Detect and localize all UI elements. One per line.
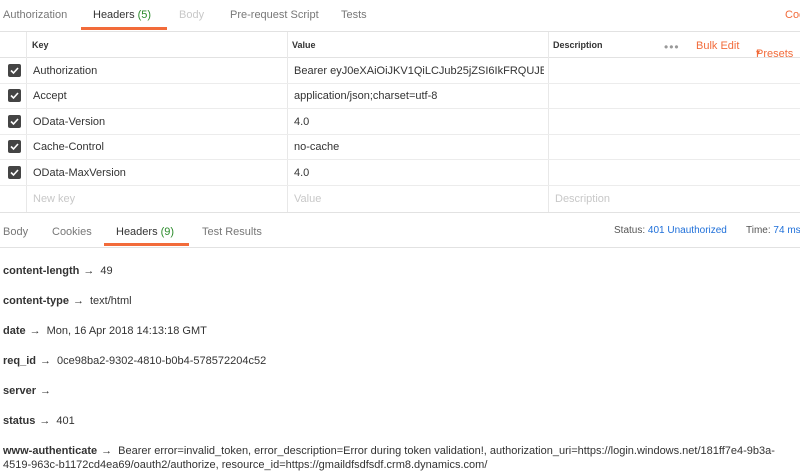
header-name: content-length — [3, 265, 80, 277]
time-value[interactable]: 74 ms — [773, 225, 800, 236]
response-header-line: content-type → text/html — [3, 295, 132, 307]
response-header-line: status → 401 — [3, 415, 75, 427]
checkbox[interactable] — [8, 64, 21, 77]
column-value-header: Value — [292, 40, 316, 50]
arrow-icon: → — [101, 445, 113, 457]
row-value[interactable]: application/json;charset=utf-8 — [294, 90, 544, 102]
response-header-line: date → Mon, 16 Apr 2018 14:13:18 GMT — [3, 325, 207, 337]
column-key-header: Key — [32, 40, 49, 50]
tab-authorization[interactable]: Authorization — [3, 9, 67, 21]
checkbox[interactable] — [8, 115, 21, 128]
row-key[interactable]: OData-MaxVersion — [33, 167, 126, 179]
header-name: req_id — [3, 355, 37, 367]
row-key[interactable]: OData-Version — [33, 116, 105, 128]
code-link[interactable]: Coc — [785, 9, 800, 21]
tab-label: Body — [179, 9, 205, 21]
tab-count: (5) — [137, 9, 152, 21]
header-value: 401 — [56, 415, 75, 427]
response-tab-bar: Body Cookies Headers (9) Test Results St… — [0, 212, 800, 248]
header-name: www-authenticate — [3, 445, 98, 457]
status-value[interactable]: 401 Unauthorized — [648, 225, 727, 236]
response-header-line: content-length → 49 — [3, 265, 113, 277]
active-tab-indicator — [81, 27, 167, 30]
checkbox[interactable] — [8, 140, 21, 153]
header-value: 0ce98ba2-9302-4810-b0b4-578572204c52 — [57, 355, 267, 367]
response-tab-body[interactable]: Body — [3, 226, 28, 238]
time-label: Time: — [746, 225, 771, 236]
tab-tests[interactable]: Tests — [341, 9, 367, 21]
table-row: OData-MaxVersion 4.0 — [0, 160, 800, 186]
tab-label: Cookies — [52, 226, 92, 238]
tab-label: Headers — [93, 9, 135, 21]
arrow-icon: → — [40, 385, 52, 397]
tab-label: Authorization — [3, 9, 68, 21]
response-tab-test-results[interactable]: Test Results — [202, 226, 262, 238]
header-name: content-type — [3, 295, 69, 307]
row-value[interactable]: 4.0 — [294, 116, 544, 128]
row-value[interactable]: no-cache — [294, 141, 544, 153]
table-row: OData-Version 4.0 — [0, 109, 800, 135]
bulk-edit-button[interactable]: Bulk Edit — [696, 40, 739, 52]
arrow-icon: → — [40, 355, 52, 367]
header-name: date — [3, 325, 26, 337]
row-key[interactable]: Authorization — [33, 65, 97, 77]
active-tab-indicator — [104, 243, 189, 246]
column-description-header: Description — [553, 40, 603, 50]
response-time: Time: 74 ms — [746, 225, 800, 236]
row-key[interactable]: Accept — [33, 90, 67, 102]
response-header-line: server → — [3, 385, 57, 397]
header-value: text/html — [90, 295, 132, 307]
request-tab-bar: Authorization Headers (5) Body Pre-reque… — [0, 0, 800, 31]
headers-table: Key Value Description ••• Bulk Edit Pres… — [0, 31, 800, 213]
row-value[interactable]: 4.0 — [294, 167, 544, 179]
tab-headers[interactable]: Headers (5) — [93, 9, 151, 21]
arrow-icon: → — [73, 295, 84, 307]
new-value-input[interactable]: Value — [294, 193, 321, 205]
arrow-icon: → — [29, 325, 41, 337]
tab-label: Body — [3, 226, 29, 238]
header-value: 49 — [100, 265, 113, 277]
new-key-input[interactable]: New key — [33, 193, 75, 205]
tab-label: Tests — [341, 9, 367, 21]
tab-pre-request-script[interactable]: Pre-request Script — [230, 9, 319, 21]
more-options-icon[interactable]: ••• — [664, 40, 680, 54]
new-description-input[interactable]: Description — [555, 193, 610, 205]
table-row: Accept application/json;charset=utf-8 — [0, 83, 800, 109]
response-status: Status: 401 Unauthorized — [614, 225, 727, 236]
response-header-line: req_id → 0ce98ba2-9302-4810-b0b4-578572204… — [3, 355, 266, 367]
tab-body[interactable]: Body — [179, 9, 204, 21]
header-name: server — [3, 385, 37, 397]
response-tab-cookies[interactable]: Cookies — [52, 226, 92, 238]
header-name: status — [3, 415, 36, 427]
table-row: Authorization Bearer eyJ0eXAiOiJKV1QiLCJ… — [0, 58, 800, 84]
tab-label: Test Results — [202, 226, 262, 238]
table-row: Cache-Control no-cache — [0, 134, 800, 160]
tab-label: Pre-request Script — [230, 9, 319, 21]
table-header: Key Value Description ••• Bulk Edit Pres… — [0, 32, 800, 60]
new-row: New key Value Description — [0, 186, 800, 211]
arrow-icon: → — [39, 415, 51, 427]
checkbox[interactable] — [8, 166, 21, 179]
checkbox[interactable] — [8, 89, 21, 102]
response-header-line: www-authenticate → Bearer error=invalid_to… — [3, 444, 793, 472]
row-value[interactable]: Bearer eyJ0eXAiOiJKV1QiLCJub25jZSI6IkFRQ… — [294, 65, 544, 77]
response-tab-headers[interactable]: Headers (9) — [116, 226, 174, 238]
arrow-icon: → — [83, 265, 95, 277]
chevron-down-icon: ▾ — [756, 48, 761, 57]
header-value: Bearer error=invalid_token, error_descri… — [3, 445, 775, 471]
row-key[interactable]: Cache-Control — [33, 141, 104, 153]
header-value: Mon, 16 Apr 2018 14:13:18 GMT — [46, 325, 207, 337]
status-label: Status: — [614, 225, 646, 236]
tab-count: (9) — [160, 226, 175, 238]
tab-label: Headers — [116, 226, 158, 238]
